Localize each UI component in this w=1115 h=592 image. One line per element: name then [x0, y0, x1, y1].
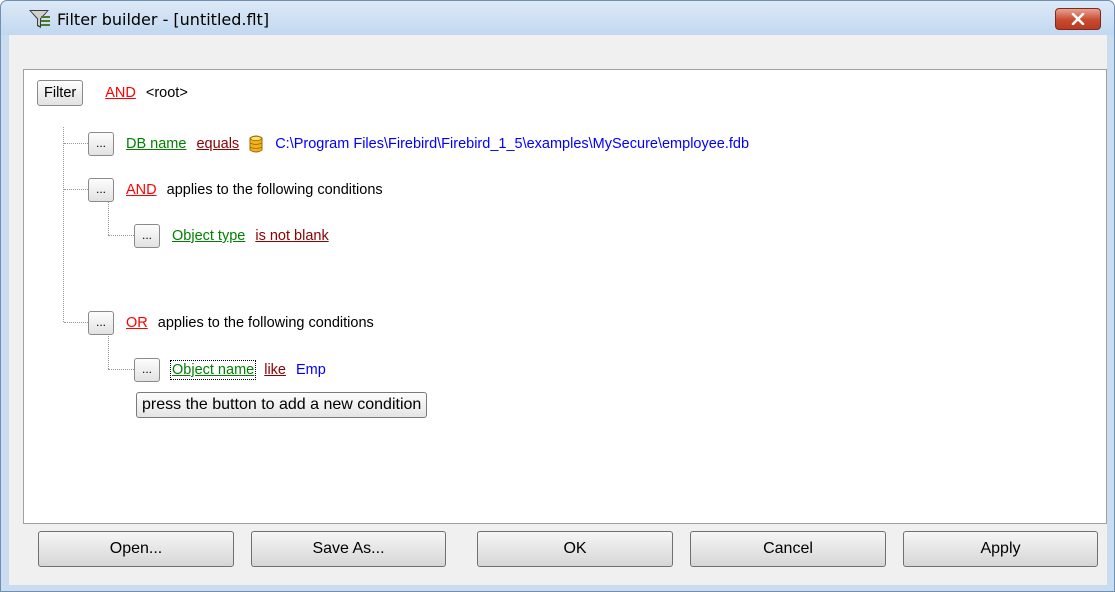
window-title: Filter builder - [untitled.flt] — [57, 10, 270, 29]
condition-menu-button[interactable]: ... — [88, 132, 114, 156]
field-link[interactable]: Object type — [172, 228, 245, 244]
tree-connector — [64, 189, 88, 190]
group-row-or: ... OR applies to the following conditio… — [88, 310, 374, 336]
tree-connector — [108, 235, 134, 236]
filter-builder-window: Filter builder - [untitled.flt] Filter A… — [0, 0, 1115, 592]
group-menu-button[interactable]: ... — [88, 311, 114, 335]
save-as-button[interactable]: Save As... — [251, 531, 446, 567]
field-link[interactable]: DB name — [126, 136, 186, 152]
condition-menu-button[interactable]: ... — [134, 358, 160, 382]
condition-menu-button[interactable]: ... — [134, 224, 160, 248]
apply-button[interactable]: Apply — [903, 531, 1098, 567]
open-button-label: Open... — [109, 540, 163, 557]
root-label: <root> — [145, 85, 188, 101]
group-description: applies to the following conditions — [166, 182, 383, 198]
value-link[interactable]: Emp — [296, 362, 326, 378]
condition-row: ... Object name like Emp — [134, 357, 326, 383]
operator-link[interactable]: equals — [196, 136, 239, 152]
cancel-button[interactable]: Cancel — [690, 531, 886, 567]
close-x-icon — [1071, 13, 1085, 25]
operator-link[interactable]: is not blank — [255, 228, 328, 244]
value-link[interactable]: C:\Program Files\Firebird\Firebird_1_5\e… — [275, 136, 749, 152]
add-condition-button[interactable]: press the button to add a new condition — [136, 392, 428, 418]
group-row-and: ... AND applies to the following conditi… — [88, 177, 383, 203]
filter-tree: Filter AND <root> ... DB name equals C:\… — [23, 69, 1107, 524]
open-button[interactable]: Open... — [38, 531, 234, 567]
title-bar[interactable]: Filter builder - [untitled.flt] — [1, 1, 1114, 35]
tree-connector — [63, 127, 64, 322]
operator-link[interactable]: like — [264, 362, 286, 378]
ok-button[interactable]: OK — [477, 531, 673, 567]
tree-connector — [108, 202, 109, 235]
database-icon — [249, 135, 263, 153]
tree-root-row: Filter AND <root> — [37, 80, 188, 106]
field-link[interactable]: Object name — [169, 360, 257, 380]
close-button[interactable] — [1055, 8, 1101, 30]
group-operator-link[interactable]: OR — [126, 315, 148, 331]
group-operator-link[interactable]: AND — [126, 182, 157, 198]
tree-connector — [64, 143, 88, 144]
group-description: applies to the following conditions — [157, 315, 374, 331]
root-operator-link[interactable]: AND — [105, 85, 136, 101]
tree-connector — [64, 322, 88, 323]
filter-builder-icon — [29, 10, 50, 28]
condition-row: ... DB name equals C:\Program Files\Fire… — [88, 131, 749, 157]
tree-connector — [108, 336, 109, 369]
tree-connector — [108, 369, 134, 370]
filter-menu-button[interactable]: Filter — [37, 80, 84, 106]
group-menu-button[interactable]: ... — [88, 178, 114, 202]
condition-row: ... Object type is not blank — [134, 223, 329, 249]
dialog-client-area: Filter AND <root> ... DB name equals C:\… — [9, 35, 1107, 585]
